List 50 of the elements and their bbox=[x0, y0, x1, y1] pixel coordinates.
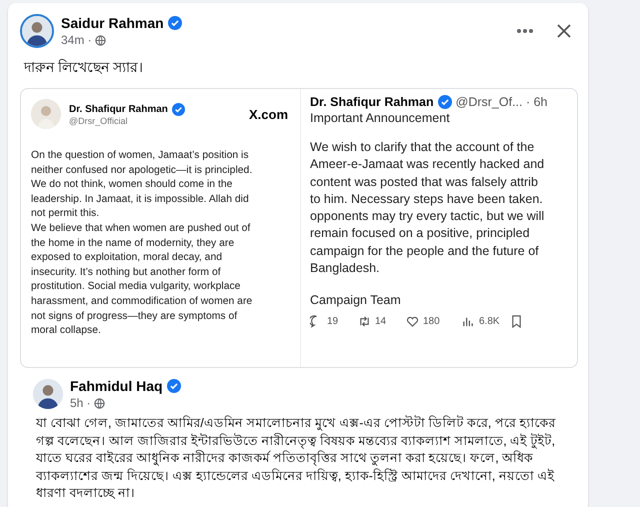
tweet-text-line: exposed to exploitation, moral decay, and bbox=[31, 251, 223, 266]
stat-count: 180 bbox=[423, 316, 440, 328]
shared-image[interactable] bbox=[20, 88, 578, 368]
tweet-text-line: leadership. In Jamaat, it is impossible. Allah did bbox=[31, 192, 250, 207]
repost-icon bbox=[358, 315, 371, 328]
tweet-text-line: remain focused on a positive, principled bbox=[310, 225, 531, 242]
post-time[interactable]: 5h · bbox=[70, 396, 91, 410]
globe-icon bbox=[94, 398, 105, 408]
tweet-text-line: harassment, and commodification of women are bbox=[31, 294, 254, 309]
tweet-text-line: Bangladesh. bbox=[310, 260, 381, 278]
tweet-text-line: neither confused nor apologetic—it is principled. bbox=[31, 164, 254, 178]
bar-chart-icon bbox=[462, 315, 475, 328]
tweet-text-line: Ameer-e-Jamaat was recently hacked and bbox=[310, 156, 546, 174]
source-label: X.com bbox=[248, 106, 288, 122]
tweet-text-line: content was posted that was falsely attrib bbox=[310, 174, 539, 191]
comment-text: যা বোঝা গেল, জামাতের আমির/এডমিন সমালোচনার মুখে এক্স-এর পোস্টটা ডিলিট করে, পরে হ্যাকের গল্প বলেছেন। আল জাজিরার ইন্টারভিউতে নারীনেতৃত্ব বিষয়ক মন্তব্যের ব্যাকল্যাশ সামলাতে, এই টুইট, যাতে ঘরের বাইরের আধুনিক নারীদের কাজকর্ম পতিতাবৃত্তির সাথে তুলনা করা হয়েছে। ফলে, অধিক ব্যাকল্যাশের জন্ম দিয়েছে। এক্স হ্যান্ডেলের এডমিনের দায়িত্ব, হ্যাক-হিস্ট্রি আমাদের দেখানো, নয়তো এই ধারণা বদলাচ্ছে না। bbox=[34, 414, 556, 502]
stat-count: 6.8K bbox=[479, 316, 500, 328]
globe-icon bbox=[94, 34, 106, 46]
author-name[interactable]: Saidur Rahman bbox=[61, 15, 164, 31]
heart-icon bbox=[406, 315, 419, 328]
tweet-text-line: to him. Necessary steps have been taken. bbox=[310, 190, 544, 208]
tweet-text-line: campaign for the people and the future of bbox=[310, 242, 540, 260]
tweet-text-line: not permit this. bbox=[31, 207, 100, 222]
stat-count: 14 bbox=[375, 316, 386, 328]
post-text: দারুন লিখেছেন স্যার। bbox=[22, 58, 144, 77]
bookmark-icon bbox=[510, 315, 523, 328]
tweet-text-line: insecurity. It’s nothing but another form of bbox=[31, 266, 222, 280]
tweet-text-line: not signs of progress—they are symptoms of bbox=[31, 310, 238, 324]
author-name: Dr. Shafiqur Rahman bbox=[310, 95, 434, 109]
author-handle: @Drsr_Of... · 6h bbox=[456, 95, 548, 109]
stat-count: 19 bbox=[327, 316, 338, 328]
tweet-title: Important Announcement bbox=[310, 111, 451, 125]
tweet-signature: Campaign Team bbox=[310, 293, 402, 308]
more-icon[interactable] bbox=[516, 28, 534, 34]
tweet-text-line: the home in the name of modernity, they are bbox=[31, 236, 236, 251]
tweet-text-line: We wish to clarify that the account of the bbox=[310, 139, 536, 156]
avatar bbox=[20, 14, 54, 48]
post-time[interactable]: 34m · bbox=[61, 33, 92, 47]
tweet-text-line: We believe that when women are pushed out of bbox=[31, 222, 252, 236]
tweet-text-line: moral collapse. bbox=[31, 324, 102, 338]
avatar bbox=[33, 379, 63, 409]
tweet-text-line: prostitution. Social media vulgarity, workplace bbox=[31, 280, 242, 294]
author-name: Dr. Shafiqur Rahman bbox=[69, 104, 168, 114]
tweet-text-line: We do not think, women should come in the bbox=[31, 178, 234, 192]
tweet-text-line: opponents may try every tactic, but we will bbox=[310, 208, 546, 226]
close-icon[interactable] bbox=[556, 23, 572, 39]
author-name[interactable]: Fahmidul Haq bbox=[70, 378, 163, 394]
author-handle: @Drsr_Official bbox=[69, 116, 128, 126]
avatar bbox=[31, 99, 61, 129]
tweet-text-line: On the question of women, Jamaat’s position is bbox=[31, 149, 250, 163]
